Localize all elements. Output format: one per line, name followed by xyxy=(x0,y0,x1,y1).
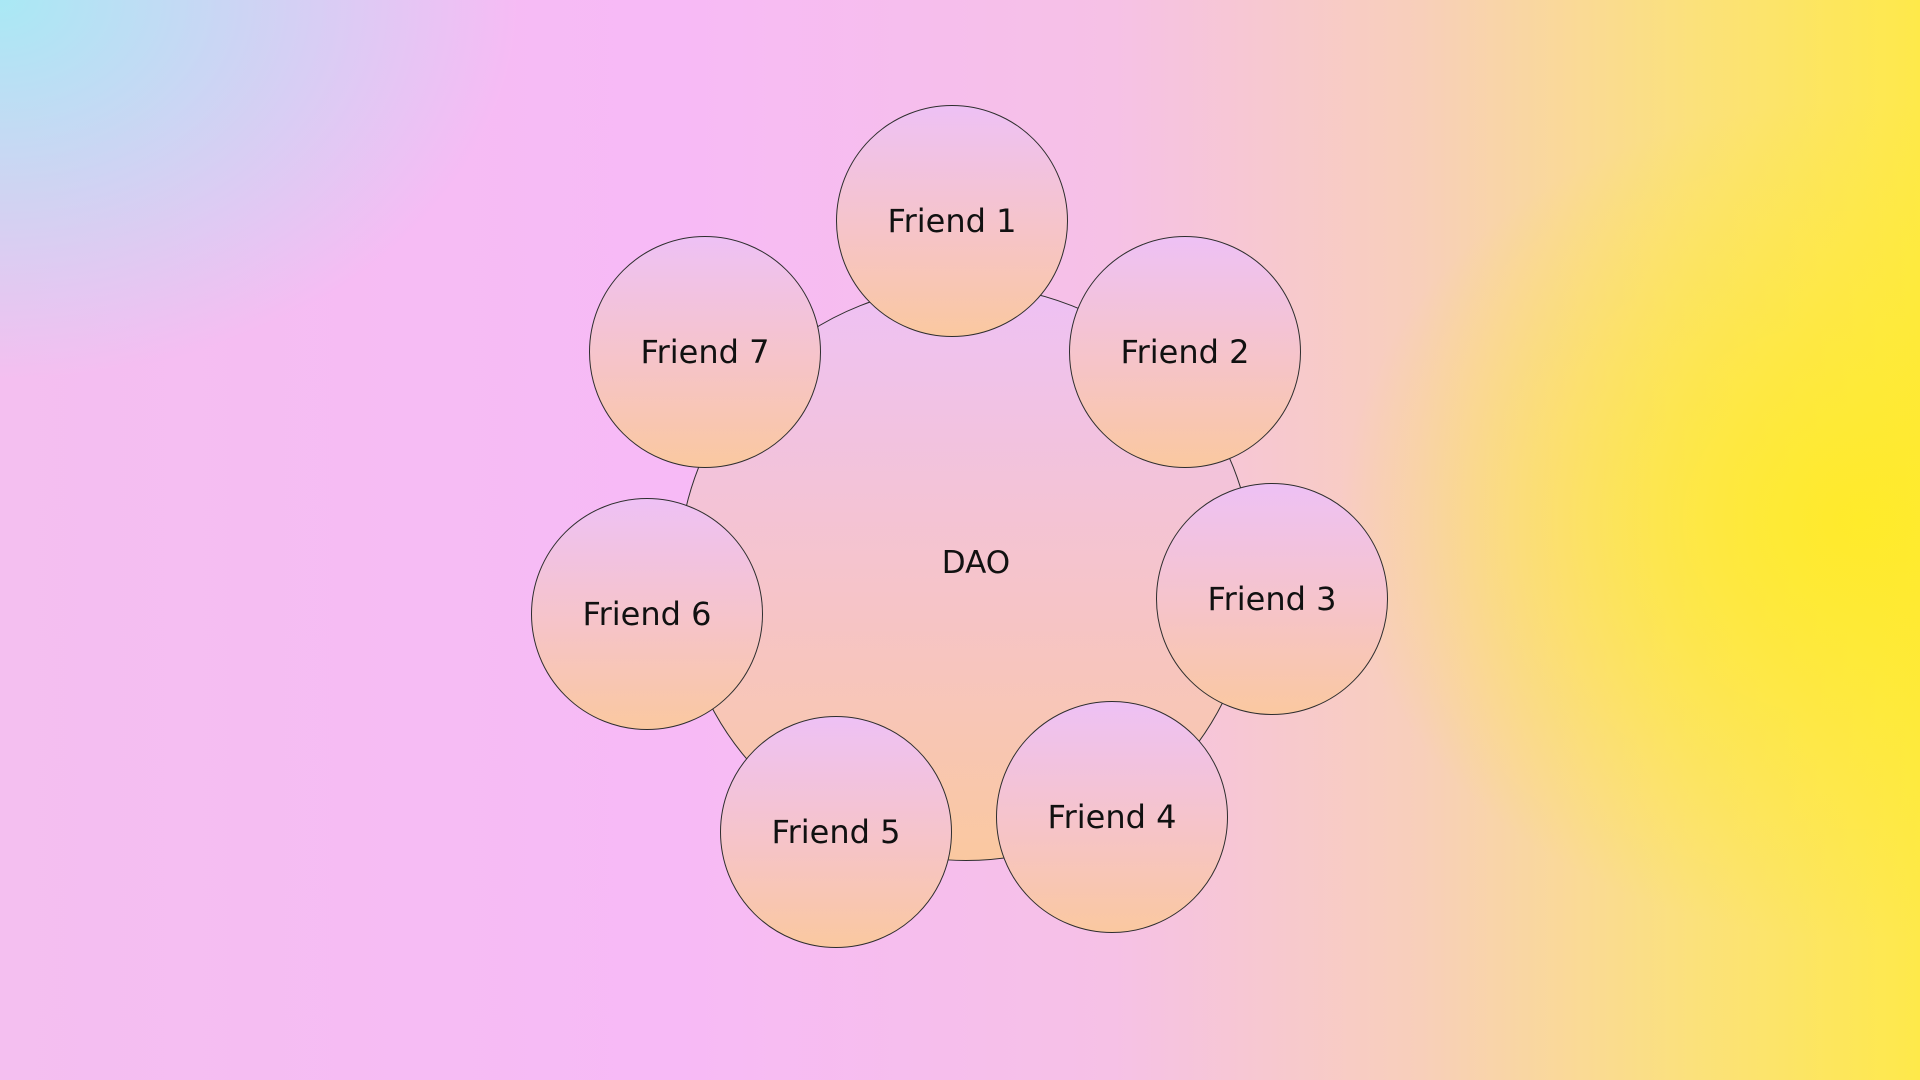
friend-label: Friend 1 xyxy=(887,202,1017,240)
friend-label: Friend 2 xyxy=(1120,333,1250,371)
friend-label: Friend 4 xyxy=(1047,798,1177,836)
friend-node-2: Friend 2 xyxy=(1069,236,1301,468)
friend-label: Friend 5 xyxy=(771,813,901,851)
friend-node-7: Friend 7 xyxy=(589,236,821,468)
friend-label: Friend 3 xyxy=(1207,580,1337,618)
friend-label: Friend 7 xyxy=(640,333,770,371)
friend-node-3: Friend 3 xyxy=(1156,483,1388,715)
friend-node-1: Friend 1 xyxy=(836,105,1068,337)
friend-node-4: Friend 4 xyxy=(996,701,1228,933)
dao-label: DAO xyxy=(941,545,1011,581)
friend-label: Friend 6 xyxy=(582,595,712,633)
friend-node-5: Friend 5 xyxy=(720,716,952,948)
friend-node-6: Friend 6 xyxy=(531,498,763,730)
